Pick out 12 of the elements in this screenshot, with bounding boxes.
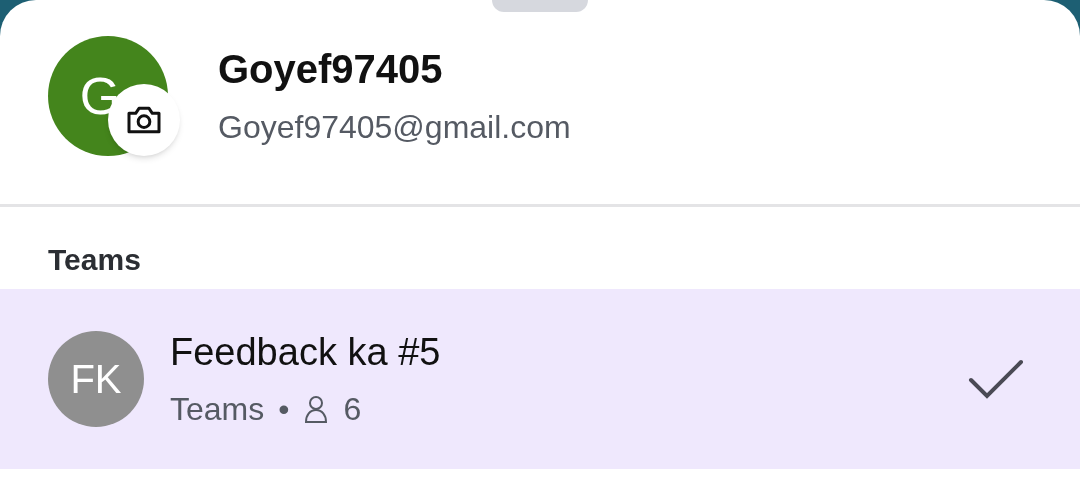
person-icon [303,394,330,424]
team-name: Feedback ka #5 [170,333,442,371]
section-title: Teams [48,243,141,276]
separator-dot: • [278,393,290,425]
checkmark-icon [968,358,1024,400]
member-count: 6 [343,393,362,425]
team-avatar: FK [48,331,144,427]
team-type: Teams [170,393,265,425]
team-row[interactable]: FK Feedback ka #5 Teams • 6 [0,289,1080,469]
drag-handle[interactable] [492,0,588,12]
user-email: Goyef97405@gmail.com [218,111,571,143]
user-name: Goyef97405 [218,49,444,89]
